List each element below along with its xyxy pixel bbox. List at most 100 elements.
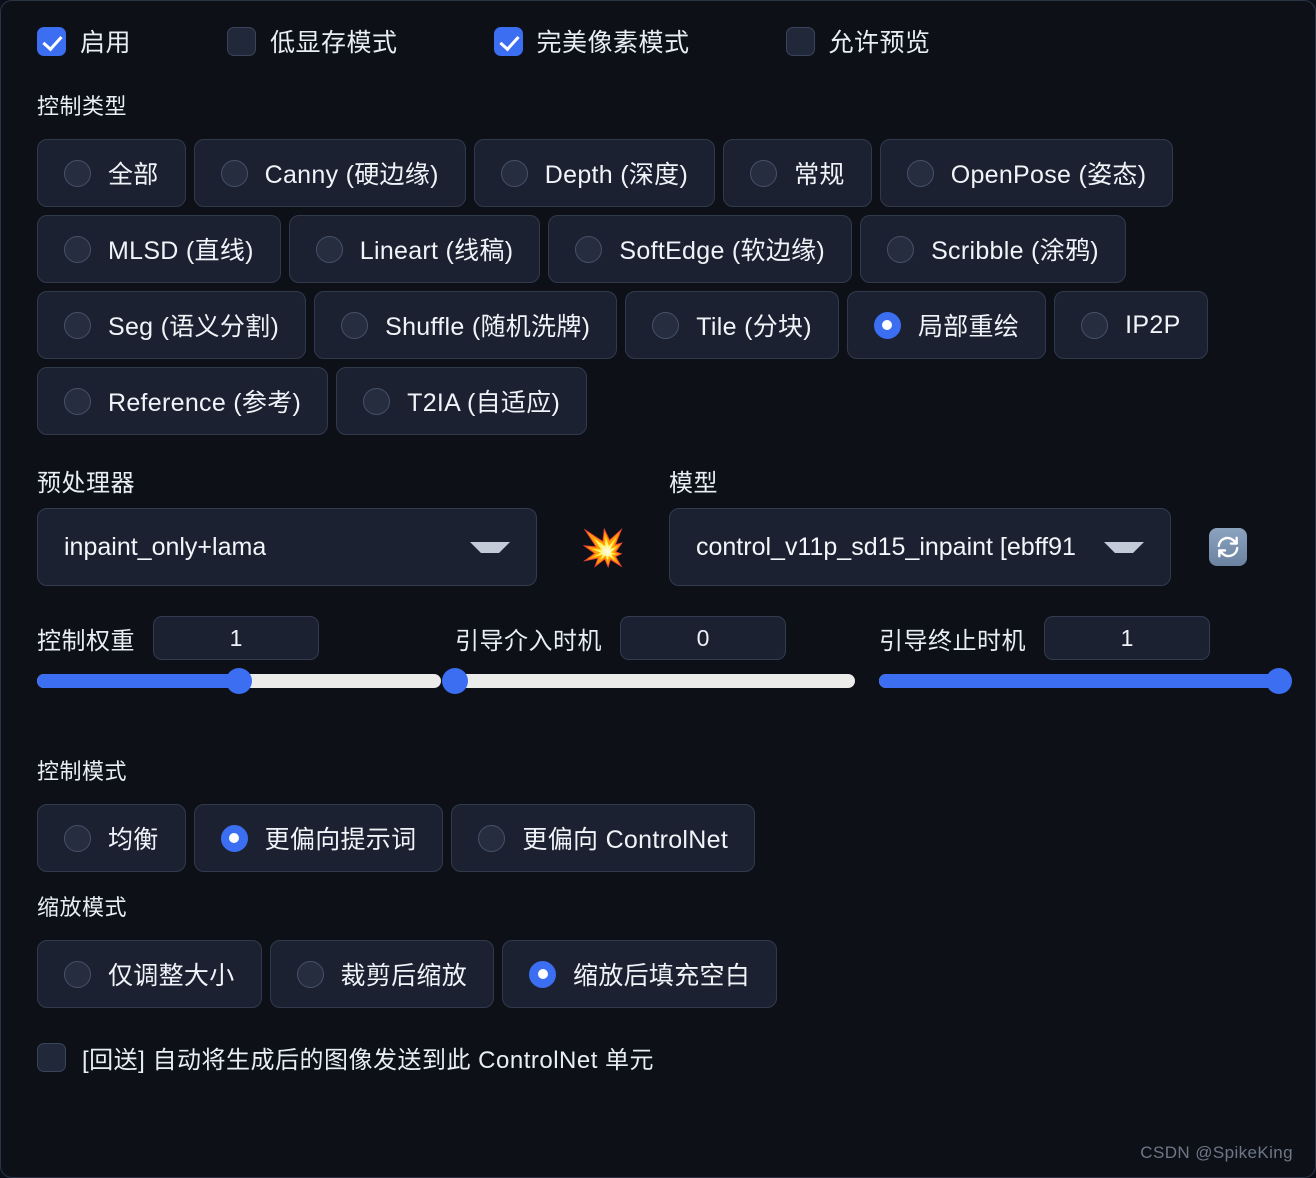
controlnet-panel: 启用 低显存模式 完美像素模式 允许预览 控制类型 全部 Canny (硬边缘) Dept… (0, 0, 1316, 1178)
resize-mode-option-1[interactable]: 裁剪后缩放 (269, 940, 495, 1008)
control-mode-option-0[interactable]: 均衡 (37, 804, 186, 872)
radio-unselected-icon[interactable] (652, 311, 680, 339)
sliders-row: 控制权重 1 引导介入时机 0 引导终止时机 1 (1, 586, 1315, 694)
control-mode-option-2[interactable]: 更偏向 ControlNet (451, 804, 756, 872)
control-type-option-2-1[interactable]: Shuffle (随机洗牌) (314, 291, 618, 359)
control-type-option-2-3[interactable]: 局部重绘 (846, 291, 1047, 359)
resize-mode-options: 仅调整大小 裁剪后缩放 缩放后填充空白 (1, 940, 1315, 1008)
radio-unselected-icon[interactable] (1081, 311, 1109, 339)
refresh-icon[interactable] (1209, 528, 1247, 566)
explosion-icon[interactable]: 💥 (537, 530, 669, 586)
radio-unselected-icon[interactable] (341, 311, 369, 339)
option-checkbox-3[interactable]: 允许预览 (785, 23, 931, 59)
checkbox-checked-icon[interactable] (493, 26, 523, 56)
control-type-option-0-4[interactable]: OpenPose (姿态) (879, 139, 1174, 207)
radio-label: 更偏向提示词 (264, 826, 417, 854)
slider-track[interactable] (37, 668, 441, 694)
checkbox-unchecked-icon[interactable] (227, 26, 257, 56)
control-type-option-2-2[interactable]: Tile (分块) (625, 291, 839, 359)
slider-fill (37, 674, 239, 688)
radio-label: T2IA (自适应) (407, 389, 561, 417)
radio-unselected-icon[interactable] (64, 311, 91, 339)
control-type-option-0-3[interactable]: 常规 (723, 139, 872, 207)
slider-fill (879, 674, 1279, 688)
model-select[interactable]: control_v11p_sd15_inpaint [ebff9138 (669, 508, 1171, 586)
control-mode-section: 控制模式 均衡 更偏向提示词 更偏向 ControlNet (1, 754, 1315, 872)
radio-unselected-icon[interactable] (296, 960, 324, 988)
options-checkbox-row: 启用 低显存模式 完美像素模式 允许预览 (1, 1, 1315, 59)
radio-label: 缩放后填充空白 (573, 962, 751, 990)
radio-unselected-icon[interactable] (500, 159, 528, 187)
radio-unselected-icon[interactable] (220, 159, 248, 187)
option-checkbox-label: 启用 (80, 29, 132, 57)
radio-label: 更偏向 ControlNet (522, 826, 729, 854)
resize-mode-option-2[interactable]: 缩放后填充空白 (502, 940, 778, 1008)
radio-label: 常规 (794, 161, 845, 189)
radio-label: Canny (硬边缘) (264, 161, 439, 189)
option-checkbox-2[interactable]: 完美像素模式 (493, 23, 690, 59)
radio-label: 均衡 (108, 826, 159, 854)
control-type-option-1-1[interactable]: Lineart (线稿) (288, 215, 541, 283)
checkbox-unchecked-icon[interactable] (785, 26, 815, 56)
slider-track[interactable] (879, 668, 1292, 694)
control-type-option-0-0[interactable]: 全部 (37, 139, 186, 207)
slider-value-input[interactable]: 1 (153, 616, 319, 660)
resize-mode-option-0[interactable]: 仅调整大小 (37, 940, 262, 1008)
checkbox-checked-icon[interactable] (37, 26, 66, 56)
radio-unselected-icon[interactable] (887, 235, 915, 263)
radio-unselected-icon[interactable] (64, 159, 91, 187)
slider-label: 引导终止时机 (879, 627, 1026, 655)
option-checkbox-label: 低显存模式 (270, 29, 398, 57)
control-type-option-1-0[interactable]: MLSD (直线) (37, 215, 281, 283)
radio-unselected-icon[interactable] (575, 235, 603, 263)
control-type-option-2-0[interactable]: Seg (语义分割) (37, 291, 307, 359)
slider-value-input[interactable]: 1 (1044, 616, 1210, 660)
radio-unselected-icon[interactable] (64, 824, 91, 852)
radio-unselected-icon[interactable] (750, 159, 778, 187)
radio-unselected-icon[interactable] (478, 824, 506, 852)
control-type-option-3-1[interactable]: T2IA (自适应) (336, 367, 588, 435)
radio-unselected-icon[interactable] (363, 387, 391, 415)
radio-label: 仅调整大小 (108, 962, 235, 990)
slider-value-input[interactable]: 0 (620, 616, 786, 660)
radio-label: Reference (参考) (108, 389, 302, 417)
model-value: control_v11p_sd15_inpaint [ebff9138 (696, 532, 1076, 561)
radio-unselected-icon[interactable] (906, 159, 934, 187)
resize-mode-title: 缩放模式 (37, 895, 128, 920)
option-checkbox-0[interactable]: 启用 (37, 23, 131, 59)
slider-track[interactable] (442, 668, 855, 694)
control-type-option-0-1[interactable]: Canny (硬边缘) (193, 139, 466, 207)
radio-selected-icon[interactable] (220, 824, 248, 852)
radio-label: IP2P (1125, 310, 1181, 339)
loopback-checkbox[interactable]: [回送] 自动将生成后的图像发送到此 ControlNet 单元 (1, 1040, 1315, 1075)
loopback-label: [回送] 自动将生成后的图像发送到此 ControlNet 单元 (82, 1047, 655, 1074)
slider-thumb[interactable] (226, 668, 252, 694)
control-type-option-3-0[interactable]: Reference (参考) (37, 367, 329, 435)
control-type-option-0-2[interactable]: Depth (深度) (473, 139, 716, 207)
radio-unselected-icon[interactable] (315, 235, 343, 263)
slider-group-1: 引导介入时机 0 (442, 616, 879, 694)
control-type-option-1-3[interactable]: Scribble (涂鸦) (860, 215, 1126, 283)
control-type-row: Seg (语义分割) Shuffle (随机洗牌) Tile (分块) 局部重绘 IP2… (37, 291, 1315, 359)
radio-unselected-icon[interactable] (64, 960, 91, 988)
model-label: 模型 (669, 470, 718, 497)
slider-thumb[interactable] (1266, 668, 1292, 694)
preprocessor-group: 预处理器 inpaint_only+lama (37, 463, 537, 586)
radio-selected-icon[interactable] (873, 311, 901, 339)
option-checkbox-1[interactable]: 低显存模式 (227, 23, 398, 59)
radio-label: Depth (深度) (544, 161, 689, 189)
slider-thumb[interactable] (442, 668, 468, 694)
slider-header: 控制权重 1 (37, 616, 455, 660)
chevron-down-icon (470, 541, 510, 553)
preprocessor-select[interactable]: inpaint_only+lama (37, 508, 537, 586)
radio-unselected-icon[interactable] (64, 235, 91, 263)
checkbox-unchecked-icon[interactable] (37, 1043, 66, 1072)
slider-group-0: 控制权重 1 (37, 616, 455, 694)
control-mode-option-1[interactable]: 更偏向提示词 (193, 804, 444, 872)
radio-selected-icon[interactable] (529, 960, 557, 988)
radio-unselected-icon[interactable] (64, 387, 91, 415)
radio-label: 裁剪后缩放 (340, 962, 468, 990)
control-type-option-1-2[interactable]: SoftEdge (软边缘) (548, 215, 853, 283)
control-type-option-2-4[interactable]: IP2P (1054, 291, 1208, 359)
preprocessor-value: inpaint_only+lama (64, 532, 267, 561)
